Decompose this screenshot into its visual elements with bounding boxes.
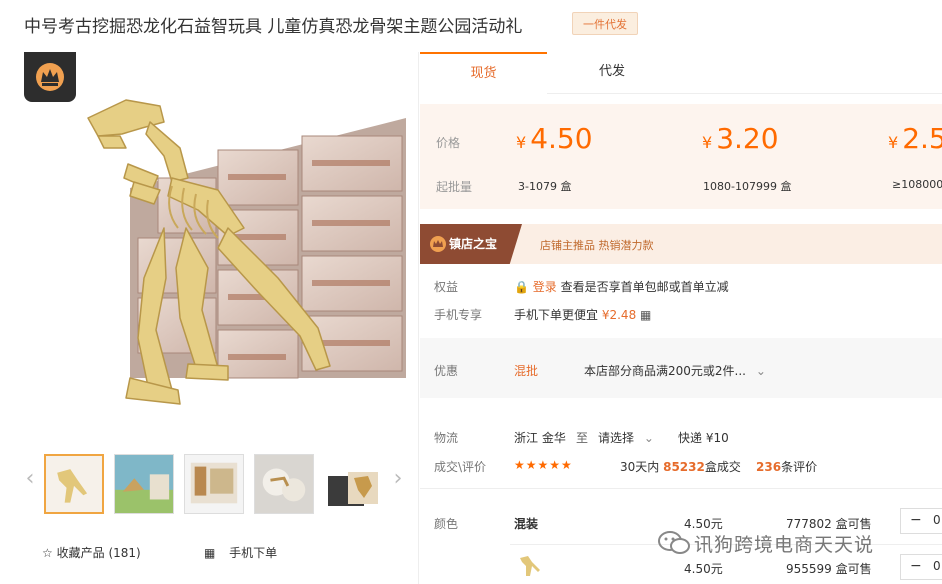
qty-range-3: ≥108000: [892, 178, 942, 191]
promo-text: 本店部分商品满200元或2件...: [584, 364, 746, 378]
mobile-order-label: 手机下单: [229, 546, 278, 560]
tab-dropship[interactable]: 代发: [547, 52, 677, 94]
qr-code-icon: ▦: [204, 546, 216, 560]
mobile-order-button[interactable]: ▦ 手机下单: [204, 544, 277, 561]
prev-arrow-icon[interactable]: ‹: [22, 464, 38, 494]
qty-range-1: 3-1079 盒: [518, 180, 572, 193]
watermark-text: 讯狗跨境电商天天说: [694, 534, 875, 556]
price-label: 价格: [436, 136, 461, 150]
dropship-tag[interactable]: 一件代发: [572, 12, 638, 35]
star-outline-icon: ☆: [42, 546, 53, 560]
quantity-value[interactable]: 0: [933, 559, 941, 573]
variant-stock: 955599 盒可售: [786, 562, 872, 576]
stock-tabs: 现货 代发: [420, 52, 942, 94]
price-tier-1: ¥4.50: [516, 122, 593, 155]
next-arrow-icon[interactable]: ›: [390, 464, 406, 494]
crown-icon: [36, 63, 64, 91]
reviews-link[interactable]: 236条评价: [756, 458, 817, 475]
thumbnail-4[interactable]: [254, 454, 314, 514]
favorite-count: (181): [108, 546, 141, 560]
wechat-icon: [658, 531, 690, 554]
variant-thumbnail[interactable]: [514, 550, 548, 580]
qr-code-icon[interactable]: ▦: [640, 308, 651, 322]
seller-badge: [24, 52, 76, 102]
promo-dropdown[interactable]: 本店部分商品满200元或2件... ⌄: [584, 362, 766, 379]
destination-select-label: 请选择: [598, 431, 635, 445]
min-qty-label: 起批量: [436, 180, 473, 194]
thumbnail-strip: ‹ ›: [20, 448, 412, 518]
rating-stars: ★★★★★: [514, 458, 573, 472]
minus-icon[interactable]: −: [910, 558, 922, 574]
logistics-label: 物流: [434, 431, 459, 445]
thumbnail-1[interactable]: [44, 454, 104, 514]
mobile-exclusive-text: 手机下单更便宜: [514, 308, 599, 322]
deals-row: 30天内 85232盒成交: [620, 458, 741, 475]
ship-to-word: 至: [576, 431, 589, 445]
rights-row: 🔒 登录 查看是否享首单包邮或首单立减: [514, 278, 729, 295]
thumbnail-3[interactable]: [184, 454, 244, 514]
watermark: 讯狗跨境电商天天说: [658, 528, 922, 558]
mobile-price: ¥2.48: [601, 308, 637, 322]
product-main-image[interactable]: [68, 78, 408, 448]
quantity-value[interactable]: 0: [933, 513, 941, 527]
price-panel: 价格 起批量 ¥4.50 ¥3.20 ¥2.5 3-1079 盒 1080-10…: [420, 104, 942, 209]
reviews-count: 236: [756, 460, 782, 474]
mobile-exclusive-row: 手机下单更便宜 ¥2.48 ▦: [514, 306, 651, 323]
rights-label: 权益: [434, 280, 459, 294]
login-link[interactable]: 登录: [533, 280, 557, 294]
column-divider: [418, 52, 419, 584]
ship-from: 浙江 金华: [514, 431, 566, 445]
tab-in-stock[interactable]: 现货: [420, 52, 547, 94]
deals-prefix: 30天内: [620, 460, 660, 474]
deals-label: 成交\评价: [434, 460, 487, 474]
promo-label: 优惠: [434, 364, 459, 378]
rights-text: 查看是否享首单包邮或首单立减: [560, 280, 729, 294]
crown-icon: [430, 236, 446, 252]
mobile-exclusive-label: 手机专享: [434, 308, 483, 322]
qty-range-2: 1080-107999 盒: [703, 180, 792, 193]
lock-icon: 🔒: [514, 280, 529, 294]
express-fee: 快递 ¥10: [678, 431, 729, 445]
deals-unit: 盒成交: [704, 460, 741, 474]
banner-text: 店铺主推品 热销潜力款: [540, 239, 654, 252]
divider: [420, 488, 942, 489]
favorite-label: 收藏产品: [56, 546, 105, 560]
destination-select[interactable]: 请选择 ⌄: [598, 429, 654, 446]
chevron-down-icon: ⌄: [643, 431, 654, 445]
reviews-unit: 条评价: [781, 460, 818, 474]
minus-icon[interactable]: −: [910, 512, 922, 528]
price-tier-3: ¥2.5: [888, 122, 942, 155]
variant-name: 混装: [514, 517, 539, 531]
thumbnail-5[interactable]: [324, 454, 384, 514]
deals-count: 85232: [663, 460, 705, 474]
price-tier-2: ¥3.20: [702, 122, 779, 155]
shop-treasure-banner[interactable]: 镇店之宝 店铺主推品 热销潜力款: [420, 224, 942, 264]
chevron-down-icon: ⌄: [755, 364, 766, 378]
color-label: 颜色: [434, 517, 459, 531]
promo-tag: 混批: [514, 364, 539, 378]
banner-title: 镇店之宝: [449, 237, 498, 251]
thumbnail-2[interactable]: [114, 454, 174, 514]
variant-price: 4.50元: [684, 562, 723, 576]
product-title: 中号考古挖掘恐龙化石益智玩具 儿童仿真恐龙骨架主题公园活动礼: [24, 17, 523, 37]
favorite-button[interactable]: ☆ 收藏产品 (181): [42, 544, 141, 561]
